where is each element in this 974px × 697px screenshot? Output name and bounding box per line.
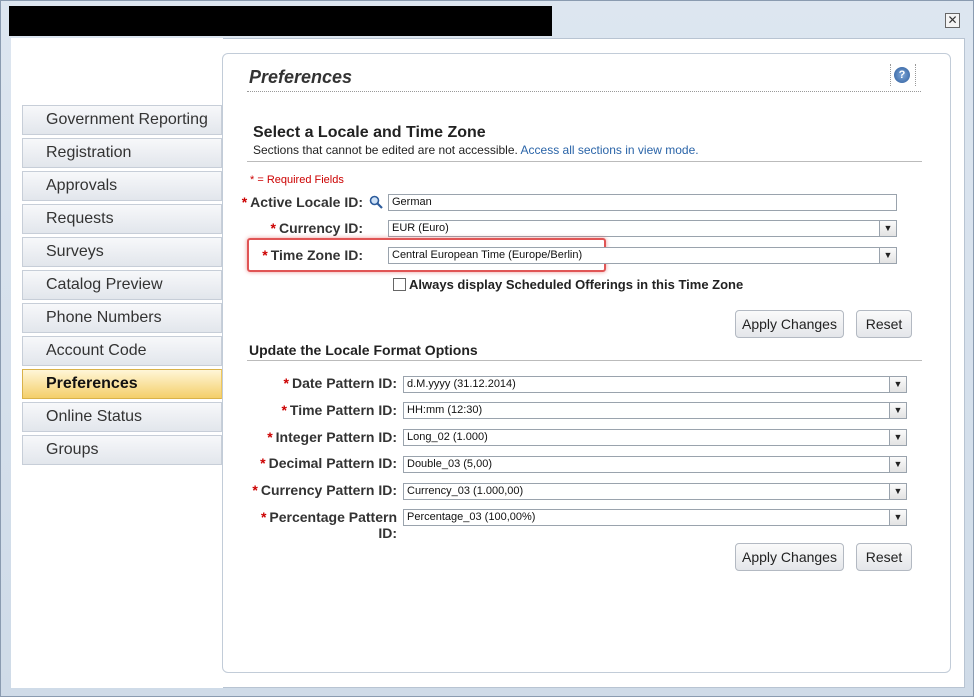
sidebar-item-account-code[interactable]: Account Code [22, 336, 222, 366]
chevron-down-icon: ▼ [879, 248, 896, 263]
sidebar-item-government-reporting[interactable]: Government Reporting [22, 105, 222, 135]
sidebar-item-label: Online Status [46, 408, 143, 425]
sidebar-item-catalog-preview[interactable]: Catalog Preview [22, 270, 222, 300]
close-icon[interactable]: ✕ [945, 13, 960, 28]
date-pattern-select[interactable]: d.M.yyyy (31.12.2014) ▼ [403, 376, 907, 393]
sidebar-item-label: Requests [46, 210, 114, 227]
date-pattern-value: d.M.yyyy (31.12.2014) [407, 378, 516, 390]
sidebar-item-label: Approvals [46, 177, 118, 194]
sidebar-item-requests[interactable]: Requests [22, 204, 222, 234]
chevron-down-icon: ▼ [889, 377, 906, 392]
currency-pattern-value: Currency_03 (1.000,00) [407, 485, 524, 497]
sidebar-item-groups[interactable]: Groups [22, 435, 222, 465]
currency-label: * Currency ID: [270, 220, 363, 236]
chevron-down-icon: ▼ [889, 510, 906, 525]
sidebar-item-label: Government Reporting [46, 111, 208, 128]
reset-button-2[interactable]: Reset [856, 543, 912, 571]
timezone-label: * Time Zone ID: [262, 247, 363, 263]
active-locale-input[interactable]: German [388, 194, 897, 211]
sidebar-item-approvals[interactable]: Approvals [22, 171, 222, 201]
sidebar-item-label: Account Code [46, 342, 147, 359]
sidebar-nav: Government Reporting Registration Approv… [22, 105, 234, 468]
locale-section-subtitle: Sections that cannot be edited are not a… [253, 143, 699, 157]
locale-section-title: Select a Locale and Time Zone [253, 124, 486, 141]
chevron-down-icon: ▼ [889, 430, 906, 445]
sidebar-item-label: Phone Numbers [46, 309, 162, 326]
active-locale-label: * Active Locale ID: [241, 194, 363, 210]
section-divider [247, 161, 922, 162]
page-title: Preferences [249, 67, 353, 87]
date-pattern-label: * Date Pattern ID: [283, 375, 397, 391]
reset-button[interactable]: Reset [856, 310, 912, 338]
sidebar-item-label: Registration [46, 144, 132, 161]
currency-select-value: EUR (Euro) [392, 222, 449, 234]
decimal-pattern-label: * Decimal Pattern ID: [260, 455, 397, 471]
decimal-pattern-select[interactable]: Double_03 (5,00) ▼ [403, 456, 907, 473]
chevron-down-icon: ▼ [889, 484, 906, 499]
sidebar-item-label: Preferences [46, 375, 138, 392]
timezone-select-value: Central European Time (Europe/Berlin) [392, 249, 583, 261]
currency-pattern-label: * Currency Pattern ID: [252, 482, 397, 498]
format-section-title: Update the Locale Format Options [249, 342, 478, 358]
integer-pattern-select[interactable]: Long_02 (1.000) ▼ [403, 429, 907, 446]
subtitle-text: Sections that cannot be edited are not a… [253, 143, 518, 157]
sidebar-item-preferences[interactable]: Preferences [22, 369, 234, 399]
time-pattern-value: HH:mm (12:30) [407, 404, 483, 416]
apply-changes-button[interactable]: Apply Changes [735, 310, 844, 338]
section-divider [247, 360, 922, 361]
decimal-pattern-value: Double_03 (5,00) [407, 458, 493, 470]
chevron-down-icon: ▼ [889, 403, 906, 418]
integer-pattern-label: * Integer Pattern ID: [267, 429, 397, 445]
sidebar-item-surveys[interactable]: Surveys [22, 237, 222, 267]
timezone-select[interactable]: Central European Time (Europe/Berlin) ▼ [388, 247, 897, 264]
always-display-checkbox[interactable] [393, 278, 406, 291]
percentage-pattern-select[interactable]: Percentage_03 (100,00%) ▼ [403, 509, 907, 526]
time-pattern-label: * Time Pattern ID: [281, 402, 397, 418]
always-display-label: Always display Scheduled Offerings in th… [409, 277, 744, 292]
required-fields-note: * = Required Fields [250, 174, 344, 186]
sidebar-item-phone-numbers[interactable]: Phone Numbers [22, 303, 222, 333]
sidebar-item-label: Catalog Preview [46, 276, 163, 293]
sidebar-item-label: Groups [46, 441, 99, 458]
currency-select[interactable]: EUR (Euro) ▼ [388, 220, 897, 237]
currency-pattern-select[interactable]: Currency_03 (1.000,00) ▼ [403, 483, 907, 500]
sidebar-item-label: Surveys [46, 243, 104, 260]
search-icon[interactable] [369, 195, 383, 209]
apply-changes-button-2[interactable]: Apply Changes [735, 543, 844, 571]
percentage-pattern-label: * Percentage Pattern ID: [260, 509, 397, 541]
chevron-down-icon: ▼ [879, 221, 896, 236]
time-pattern-select[interactable]: HH:mm (12:30) ▼ [403, 402, 907, 419]
sidebar-item-online-status[interactable]: Online Status [22, 402, 222, 432]
chevron-down-icon: ▼ [889, 457, 906, 472]
help-icon[interactable]: ? [894, 67, 910, 83]
percentage-pattern-value: Percentage_03 (100,00%) [407, 511, 536, 523]
sidebar-item-registration[interactable]: Registration [22, 138, 222, 168]
dialog-window: ✕ Government Reporting Registration Appr… [0, 0, 974, 697]
view-mode-link[interactable]: Access all sections in view mode. [521, 143, 699, 157]
title-bar-redacted [9, 6, 552, 36]
title-divider [247, 91, 921, 92]
integer-pattern-value: Long_02 (1.000) [407, 431, 488, 443]
